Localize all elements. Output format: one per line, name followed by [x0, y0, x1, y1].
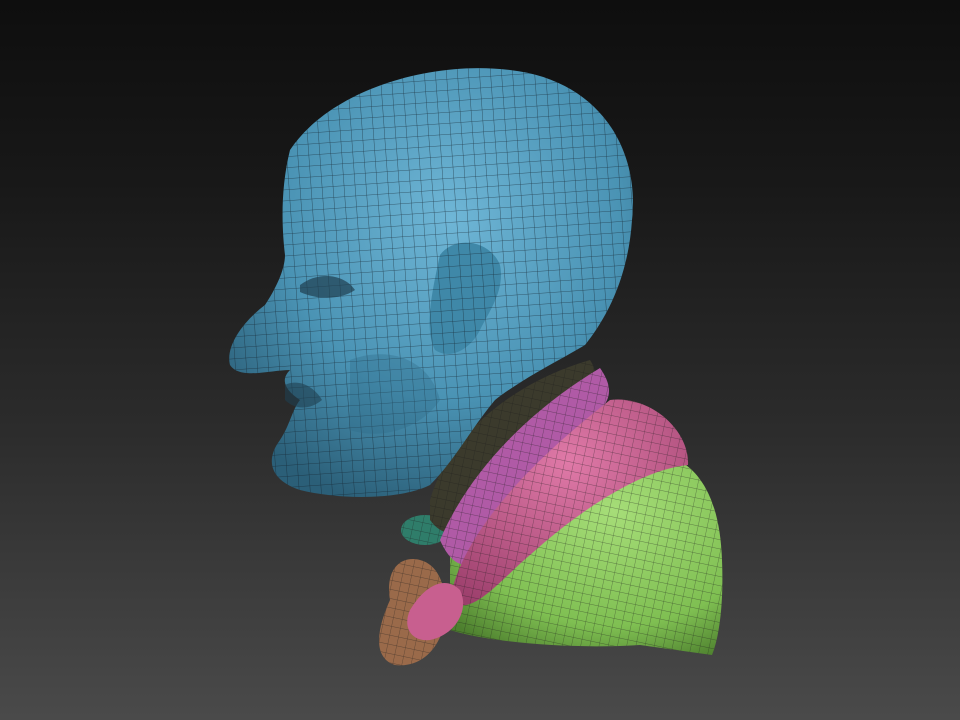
- sculpt-viewport[interactable]: [0, 0, 960, 720]
- mesh-model[interactable]: [0, 0, 960, 720]
